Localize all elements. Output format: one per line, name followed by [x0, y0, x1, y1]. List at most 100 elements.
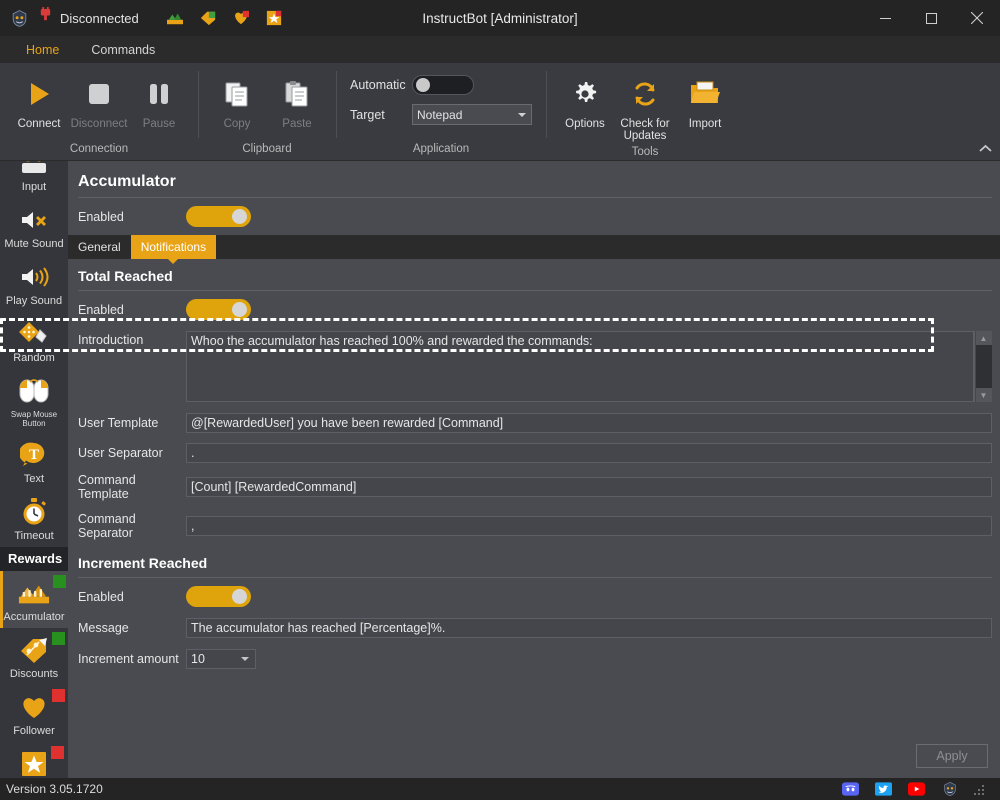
discounts-quick-icon[interactable]: [198, 8, 218, 28]
play-icon: [24, 75, 54, 113]
automatic-toggle[interactable]: [412, 75, 474, 95]
sidebar-item-play-sound[interactable]: Play Sound: [0, 255, 68, 312]
youtube-icon[interactable]: [908, 781, 925, 798]
timeout-stopwatch-icon: [19, 496, 49, 528]
status-bar-icons: [842, 781, 994, 798]
disconnect-button[interactable]: Disconnect: [70, 71, 128, 134]
introduction-row: Introduction ▲ ▼: [68, 324, 1000, 406]
message-row: Message: [68, 611, 1000, 642]
user-template-label: User Template: [78, 416, 159, 430]
command-separator-label: Command Separator: [78, 512, 136, 540]
svg-text:T: T: [29, 447, 39, 463]
instructbot-window: Disconnected InstructBot [Administrator]…: [0, 0, 1000, 800]
total-enabled-toggle[interactable]: [186, 299, 251, 320]
target-dropdown[interactable]: Notepad: [412, 104, 532, 125]
paste-button[interactable]: Paste: [268, 71, 326, 134]
scroll-down-arrow-icon[interactable]: ▼: [975, 388, 992, 402]
random-dice-icon: [18, 318, 50, 350]
subscriber-quick-icon[interactable]: [264, 8, 284, 28]
sidebar-item-label-accumulator: Accumulator: [3, 611, 65, 623]
copy-button[interactable]: Copy: [208, 71, 266, 134]
increment-amount-dropdown[interactable]: 10: [186, 649, 256, 669]
scrollbar-thumb[interactable]: [975, 345, 992, 388]
message-input[interactable]: [186, 618, 992, 638]
command-separator-input[interactable]: [186, 516, 992, 536]
quick-access-toolbar: [161, 8, 284, 28]
user-separator-input[interactable]: [186, 443, 992, 463]
pause-icon: [144, 75, 174, 113]
sidebar-item-label-play-sound: Play Sound: [5, 295, 63, 307]
user-template-row: User Template: [68, 406, 1000, 437]
discounts-tag-icon: [19, 632, 65, 666]
sidebar-item-label-mute-sound: Mute Sound: [4, 238, 64, 250]
follower-quick-icon[interactable]: [231, 8, 251, 28]
discord-icon[interactable]: [842, 781, 859, 798]
sidebar-section-rewards: Rewards: [0, 547, 68, 571]
sidebar-item-follower[interactable]: Follower: [0, 685, 68, 742]
instructbot-logo-icon[interactable]: [941, 781, 958, 798]
user-separator-row: User Separator: [68, 437, 1000, 467]
ribbon-group-label-connection: Connection: [69, 143, 129, 155]
twitter-icon[interactable]: [875, 781, 892, 798]
sidebar-item-discounts[interactable]: Discounts: [0, 628, 68, 685]
sidebar-item-label-text: Text: [23, 473, 45, 485]
user-template-input[interactable]: [186, 413, 992, 433]
introduction-input[interactable]: [186, 331, 974, 402]
sidebar-item-timeout[interactable]: Timeout: [0, 490, 68, 547]
scroll-up-arrow-icon[interactable]: ▲: [975, 331, 992, 345]
toggle-knob: [232, 302, 247, 317]
sidebar-item-text[interactable]: T Text: [0, 433, 68, 490]
apply-bar: Apply: [68, 734, 1000, 778]
accumulator-quick-icon[interactable]: [165, 8, 185, 28]
sidebar-item-random[interactable]: Random: [0, 312, 68, 369]
accumulator-enabled-toggle[interactable]: [186, 206, 251, 227]
import-button[interactable]: Import: [676, 71, 734, 134]
chevron-down-icon: [518, 112, 526, 117]
ribbon: Connect Disconnect Pause Connection Copy…: [0, 63, 1000, 161]
ribbon-tab-home[interactable]: Home: [10, 40, 75, 63]
sidebar-item-label-input: Input: [21, 181, 47, 193]
paste-icon: [282, 75, 312, 113]
apply-button[interactable]: Apply: [916, 744, 988, 768]
ribbon-tab-commands[interactable]: Commands: [75, 40, 171, 63]
pause-label: Pause: [142, 118, 176, 130]
chevron-down-icon: [241, 657, 249, 661]
close-button[interactable]: [954, 0, 1000, 36]
maximize-button[interactable]: [908, 0, 954, 36]
sidebar-item-accumulator[interactable]: Accumulator: [0, 571, 68, 628]
sidebar[interactable]: Input Mute Sound Play Sound Random Swap …: [0, 161, 68, 778]
play-sound-icon: [19, 261, 49, 293]
sidebar-item-subscriber[interactable]: Subscriber: [0, 742, 68, 778]
minimize-button[interactable]: [862, 0, 908, 36]
command-template-input[interactable]: [186, 477, 992, 497]
increment-amount-label: Increment amount: [78, 652, 179, 666]
check-for-updates-button[interactable]: Check for Updates: [616, 71, 674, 146]
increment-enabled-toggle[interactable]: [186, 586, 251, 607]
check-for-updates-label: Check for Updates: [620, 118, 670, 142]
tab-general[interactable]: General: [68, 235, 131, 259]
tab-notifications[interactable]: Notifications: [130, 235, 217, 259]
pause-button[interactable]: Pause: [130, 71, 188, 134]
increment-enabled-row: Enabled: [68, 578, 1000, 611]
gear-icon: [570, 75, 600, 113]
introduction-scrollbar[interactable]: ▲ ▼: [974, 331, 992, 402]
window-controls: [862, 0, 1000, 36]
sidebar-item-swap-mouse-button[interactable]: Swap Mouse Button: [0, 369, 68, 433]
ribbon-group-tools: Options Check for Updates Import Tools: [546, 63, 744, 160]
resize-grip-icon[interactable]: [974, 783, 986, 795]
sidebar-item-mute-sound[interactable]: Mute Sound: [0, 198, 68, 255]
toggle-knob: [232, 589, 247, 604]
options-button[interactable]: Options: [556, 71, 614, 134]
connect-button[interactable]: Connect: [10, 71, 68, 134]
automatic-row: Automatic: [350, 75, 474, 95]
automatic-label: Automatic: [350, 78, 406, 92]
sidebar-item-input[interactable]: Input: [0, 161, 68, 198]
increment-amount-row: Increment amount 10: [68, 642, 1000, 673]
command-template-label: Command Template: [78, 473, 136, 501]
increment-amount-value: 10: [191, 652, 205, 666]
ribbon-group-label-application: Application: [412, 143, 470, 155]
sidebar-item-label-swap-mouse-button: Swap Mouse Button: [10, 410, 58, 428]
subscriber-star-icon: [20, 746, 64, 778]
title-bar: Disconnected InstructBot [Administrator]: [0, 0, 1000, 36]
chevron-up-icon[interactable]: [979, 144, 992, 156]
